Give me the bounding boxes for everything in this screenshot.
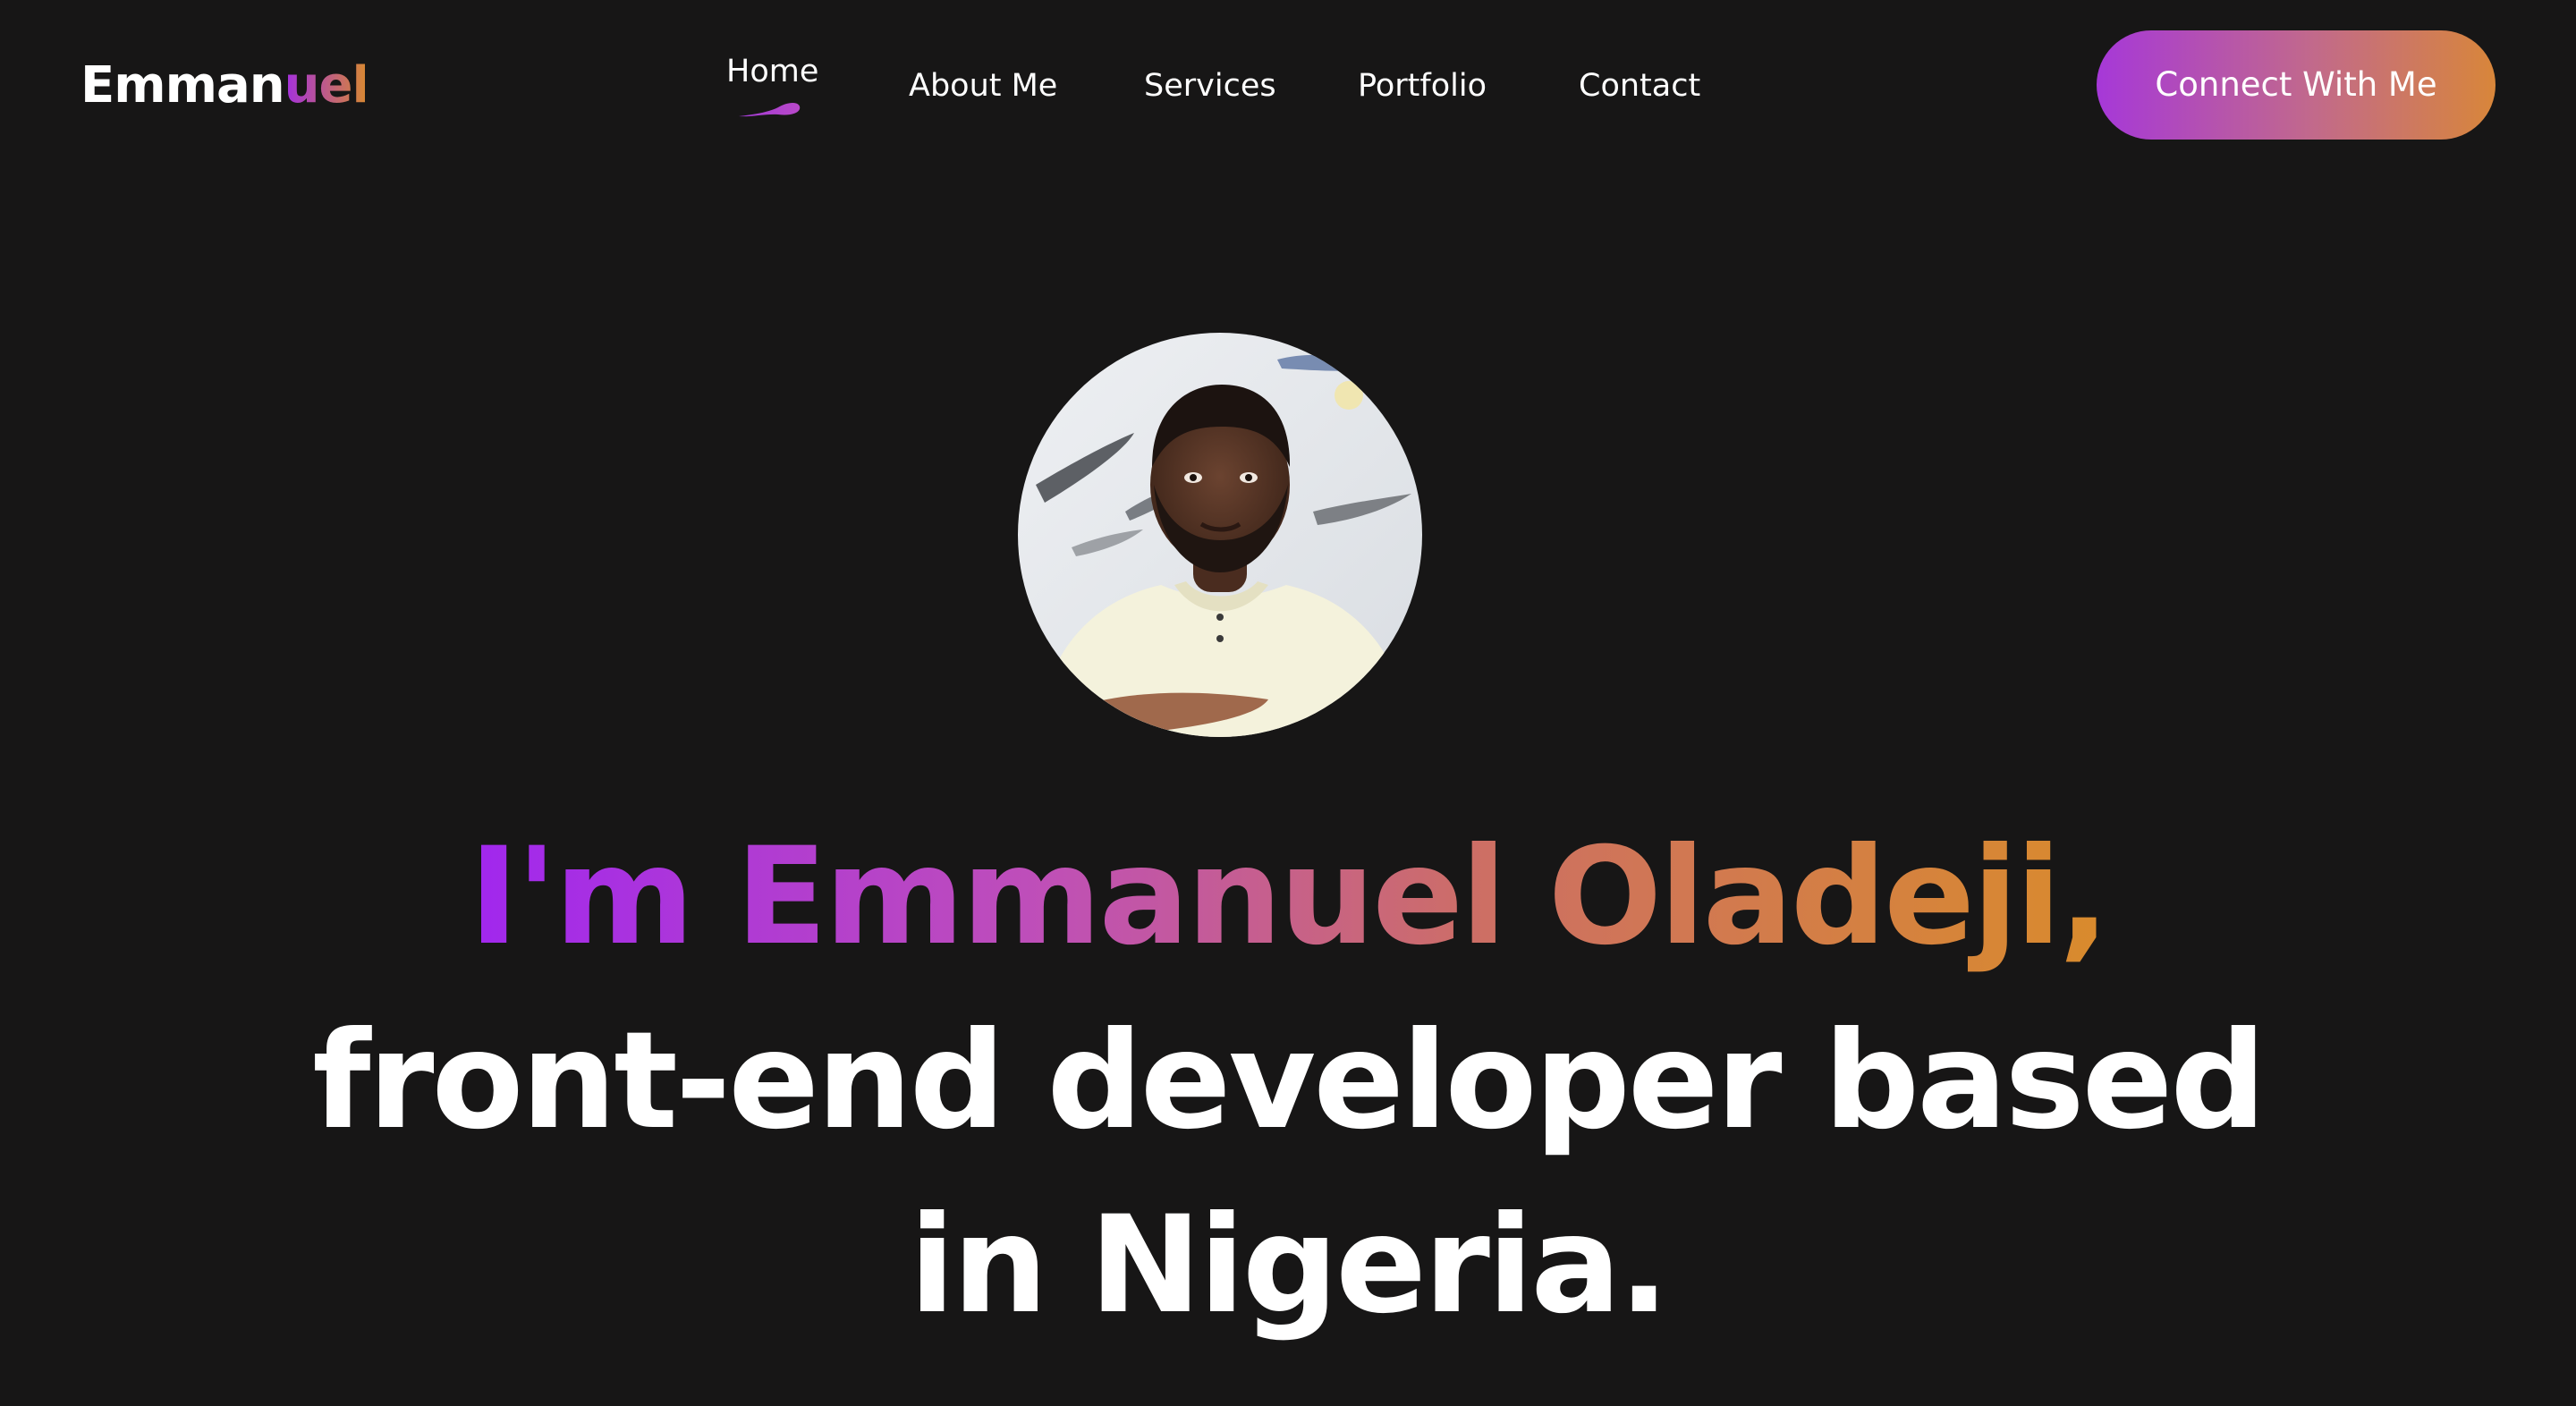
brush-stroke-icon (739, 102, 801, 117)
nav-item-services[interactable]: Services (1144, 59, 1276, 113)
page: Emmanuel Home About Me Services Portfoli… (0, 0, 2576, 1406)
nav-item-portfolio[interactable]: Portfolio (1358, 59, 1487, 113)
nav-item-contact[interactable]: Contact (1579, 59, 1700, 113)
hero-heading: I'm Emmanuel Oladeji, front-end develope… (0, 805, 2576, 1358)
connect-with-me-button[interactable]: Connect With Me (2097, 30, 2496, 140)
hero-name-text: I'm Emmanuel Oladeji, (469, 819, 2110, 975)
profile-photo-illustration (1018, 333, 1422, 737)
hero-role-line: front-end developer based (312, 1004, 2267, 1159)
profile-photo (1018, 333, 1422, 737)
hero-location-line: in Nigeria. (909, 1188, 1669, 1343)
nav-item-about-me[interactable]: About Me (909, 59, 1057, 113)
hero-name-line: I'm Emmanuel Oladeji, (0, 805, 2576, 989)
nav-item-home[interactable]: Home (726, 45, 818, 98)
